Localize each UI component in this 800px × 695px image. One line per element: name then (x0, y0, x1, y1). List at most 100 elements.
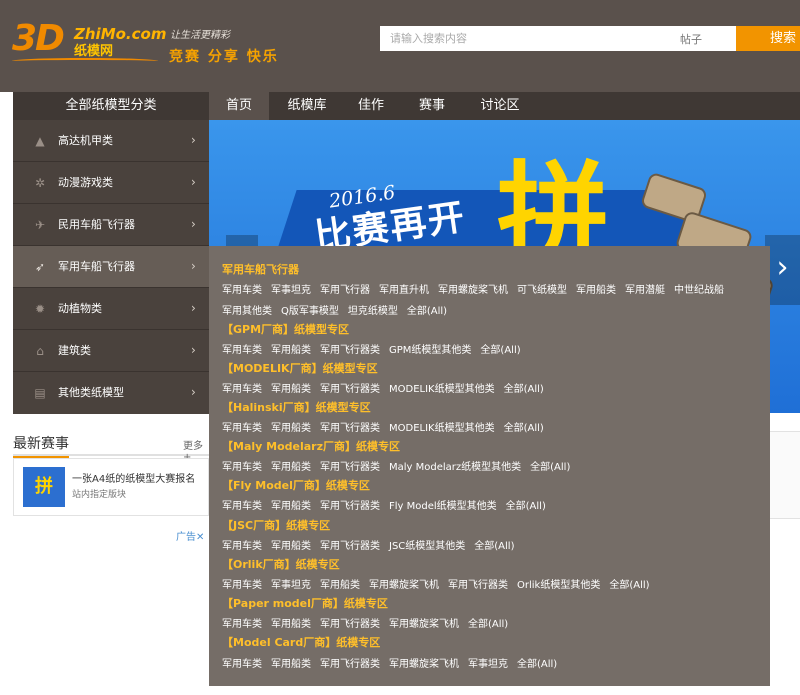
flyout-link[interactable]: 军用螺旋桨飞机 (438, 285, 508, 296)
flyout-section-title[interactable]: 【Model Card厂商】纸模专区 (222, 634, 380, 650)
chevron-right-icon: › (191, 217, 196, 231)
flyout-section-title[interactable]: 【MODELIK厂商】纸模型专区 (222, 360, 378, 376)
flyout-link[interactable]: JSC纸模型其他类 (389, 541, 465, 552)
flyout-link[interactable]: Fly Model纸模型其他类 (389, 501, 497, 512)
flyout-link[interactable]: 军事坦克 (271, 285, 311, 296)
flyout-link[interactable]: 全部(All) (480, 345, 520, 356)
flyout-link[interactable]: 全部(All) (609, 580, 649, 591)
sidebar-item-architecture[interactable]: ⌂ 建筑类 › (13, 330, 209, 372)
flyout-link[interactable]: 军用潜艇 (625, 285, 665, 296)
flyout-link[interactable]: 军事坦克 (468, 659, 508, 670)
flyout-link[interactable]: 军用车类 (222, 501, 262, 512)
flyout-link[interactable]: 军用飞行器类 (320, 384, 380, 395)
contest-title[interactable]: 一张A4纸的纸模型大赛报名 (72, 470, 195, 485)
flyout-link[interactable]: 军事坦克 (271, 580, 311, 591)
flyout-link[interactable]: 军用飞行器类 (320, 659, 380, 670)
sidebar-item-mecha[interactable]: ▲ 高达机甲类 › (13, 120, 209, 162)
nav-all-categories[interactable]: 全部纸模型分类 (13, 92, 209, 120)
flyout-link[interactable]: 军用船类 (271, 659, 311, 670)
flyout-link[interactable]: 军用车类 (222, 285, 262, 296)
nav-home[interactable]: 首页 (209, 92, 269, 120)
search-input[interactable] (380, 26, 670, 51)
flyout-link[interactable]: 军用船类 (271, 462, 311, 473)
sidebar-item-military-vehicles[interactable]: ➶ 军用车船飞行器 › (13, 246, 209, 288)
flyout-link[interactable]: 军用船类 (576, 285, 616, 296)
flyout-link[interactable]: 军用船类 (271, 345, 311, 356)
flyout-link[interactable]: 军用飞行器类 (320, 541, 380, 552)
flyout-link[interactable]: 全部(All) (530, 462, 570, 473)
flyout-link[interactable]: 军用螺旋桨飞机 (369, 580, 439, 591)
site-logo[interactable]: 3D ZhiMo.com 纸模网 (12, 18, 166, 70)
flyout-link[interactable]: 全部(All) (517, 659, 557, 670)
sidebar-item-civil-vehicles[interactable]: ✈ 民用车船飞行器 › (13, 204, 209, 246)
sidebar-item-other[interactable]: ▤ 其他类纸模型 › (13, 372, 209, 414)
flyout-link[interactable]: 军用车类 (222, 345, 262, 356)
search-type-select[interactable]: 帖子 (680, 31, 702, 47)
flyout-link[interactable]: 全部(All) (504, 384, 544, 395)
flyout-link[interactable]: MODELIK纸模型其他类 (389, 384, 495, 395)
nav-forum[interactable]: 讨论区 (468, 92, 532, 120)
sidebar-item-animals-plants[interactable]: ✹ 动植物类 › (13, 288, 209, 330)
flyout-link[interactable]: 坦克纸模型 (348, 306, 398, 317)
flyout-link[interactable]: 军用船类 (271, 384, 311, 395)
flyout-link[interactable]: 全部(All) (506, 501, 546, 512)
ad-close-label[interactable]: 广告✕ (176, 528, 204, 543)
flyout-link[interactable]: 中世纪战船 (674, 285, 724, 296)
flyout-link[interactable]: 军用车类 (222, 580, 262, 591)
flyout-link[interactable]: 军用车类 (222, 423, 262, 434)
flyout-link[interactable]: GPM纸模型其他类 (389, 345, 471, 356)
flyout-link[interactable]: 全部(All) (504, 423, 544, 434)
flyout-link[interactable]: 军用车类 (222, 541, 262, 552)
flyout-link[interactable]: 军用船类 (271, 541, 311, 552)
logo-swoosh (12, 58, 158, 64)
flyout-link[interactable]: 军用其他类 (222, 306, 272, 317)
flyout-section-title[interactable]: 【Orlik厂商】纸模专区 (222, 556, 340, 572)
flyout-link[interactable]: 可飞纸模型 (517, 285, 567, 296)
flyout-link[interactable]: 军用车类 (222, 659, 262, 670)
flyout-link[interactable]: 军用飞行器 (320, 285, 370, 296)
flyout-link[interactable]: 军用船类 (271, 619, 311, 630)
flyout-link[interactable]: 军用飞行器类 (320, 423, 380, 434)
nav-library[interactable]: 纸模库 (277, 92, 337, 120)
flyout-link[interactable]: 军用飞行器类 (320, 501, 380, 512)
flyout-link[interactable]: 军用车类 (222, 619, 262, 630)
sidebar-item-label: 其他类纸模型 (58, 386, 124, 399)
flyout-section-title[interactable]: 【Maly Modelarz厂商】纸模专区 (222, 438, 400, 454)
flyout-section-title[interactable]: 【Paper model厂商】纸模专区 (222, 595, 388, 611)
flyout-link[interactable]: 军用飞行器类 (320, 462, 380, 473)
flyout-link[interactable]: 军用飞行器类 (320, 619, 380, 630)
flyout-link[interactable]: 全部(All) (407, 306, 447, 317)
nav-contests[interactable]: 赛事 (405, 92, 459, 120)
flyout-link[interactable]: 军用船类 (271, 501, 311, 512)
banner-next-arrow[interactable]: › (765, 235, 800, 305)
flyout-link[interactable]: 军用车类 (222, 462, 262, 473)
chevron-right-icon: › (191, 175, 196, 189)
sidebar-item-anime[interactable]: ✲ 动漫游戏类 › (13, 162, 209, 204)
flyout-link[interactable]: 全部(All) (474, 541, 514, 552)
nav-featured[interactable]: 佳作 (344, 92, 398, 120)
flyout-section-title[interactable]: 【Fly Model厂商】纸模专区 (222, 477, 370, 493)
flyout-link[interactable]: 军用船类 (320, 580, 360, 591)
flyout-link-row: 军用车类 军用船类 军用飞行器类 MODELIK纸模型其他类 全部(All) (222, 380, 553, 395)
flyout-link[interactable]: 军用车类 (222, 384, 262, 395)
page-root: { "header": { "logo_main": "3D", "logo_b… (0, 0, 800, 695)
flyout-link[interactable]: 军用螺旋桨飞机 (389, 619, 459, 630)
flyout-link[interactable]: 军用船类 (271, 423, 311, 434)
sidebar-item-label: 建筑类 (58, 344, 91, 357)
contest-card[interactable]: 拼 一张A4纸的纸模型大赛报名 站内指定版块 (13, 458, 209, 516)
flyout-link[interactable]: Orlik纸模型其他类 (517, 580, 600, 591)
flyout-section-title[interactable]: 【GPM厂商】纸模型专区 (222, 321, 349, 337)
search-button[interactable]: 搜索 (736, 26, 800, 51)
flyout-link[interactable]: MODELIK纸模型其他类 (389, 423, 495, 434)
flyout-section-title[interactable]: 军用车船飞行器 (222, 261, 299, 277)
flyout-link[interactable]: 军用飞行器类 (320, 345, 380, 356)
flyout-section-title[interactable]: 【Halinski厂商】纸模型专区 (222, 399, 371, 415)
flyout-link[interactable]: 军用飞行器类 (448, 580, 508, 591)
flyout-section-title[interactable]: 【JSC厂商】纸模专区 (222, 517, 330, 533)
flyout-link[interactable]: Maly Modelarz纸模型其他类 (389, 462, 521, 473)
flyout-link[interactable]: 军用直升机 (379, 285, 429, 296)
flyout-link[interactable]: Q版军事模型 (281, 306, 339, 317)
flyout-link[interactable]: 全部(All) (468, 619, 508, 630)
flyout-link[interactable]: 军用螺旋桨飞机 (389, 659, 459, 670)
main-nav: 全部纸模型分类 首页 纸模库 佳作 赛事 讨论区 (13, 92, 800, 120)
